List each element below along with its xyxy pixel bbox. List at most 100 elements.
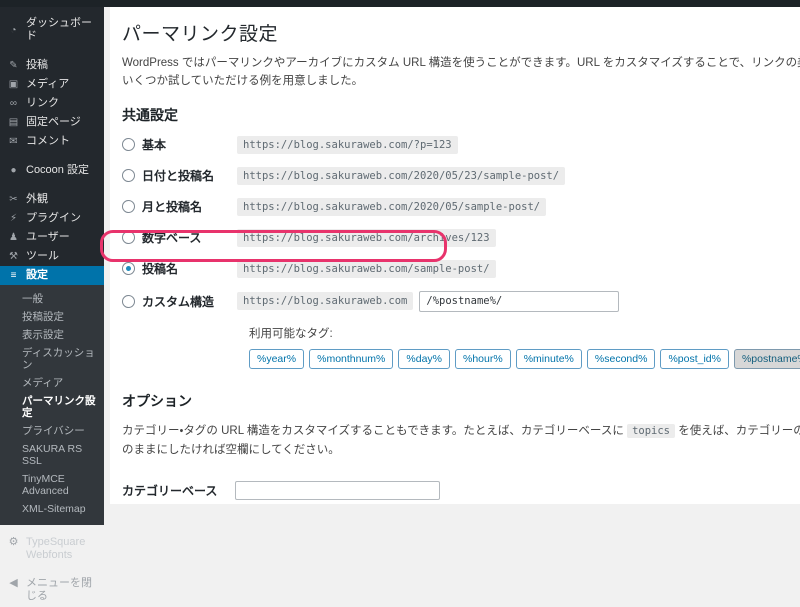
sidebar-item-typesquare-webfonts[interactable]: ⚙ TypeSquare Webfonts	[0, 532, 104, 566]
settings-submenu: 一般 投稿設定 表示設定 ディスカッション メディア パーマリンク設定 プライバ…	[0, 285, 104, 525]
sidebar-item-label: 外観	[26, 193, 48, 205]
desc-code-topics: topics	[627, 423, 675, 438]
submenu-item-general[interactable]: 一般	[0, 290, 104, 308]
radio-month-name[interactable]	[122, 200, 135, 214]
radio-plain[interactable]	[122, 138, 135, 152]
sidebar-item-label: 設定	[26, 269, 48, 281]
sidebar-item-label: ユーザー	[26, 231, 70, 243]
tag-button-hour[interactable]: %hour%	[455, 348, 511, 369]
option-url-example: https://blog.sakuraweb.com/archives/123	[237, 228, 496, 247]
collapse-menu-label: メニューを閉じる	[26, 577, 92, 602]
permalink-option-day-name[interactable]: 日付と投稿名	[122, 167, 237, 184]
desc-text: カテゴリー・タグの URL 構造をカスタマイズすることもできます。たとえば、カテ…	[122, 424, 624, 437]
submenu-item-tinymce-advanced[interactable]: TinyMCE Advanced	[0, 470, 104, 500]
sidebar-item-label: メディア	[26, 78, 70, 90]
category-base-input[interactable]	[235, 480, 440, 500]
sidebar-item-settings[interactable]: ≡ 設定	[0, 266, 104, 285]
sidebar-item-users[interactable]: ♟ ユーザー	[0, 228, 104, 247]
sidebar-item-pages[interactable]: ▤ 固定ページ	[0, 113, 104, 132]
submenu-item-discussion[interactable]: ディスカッション	[0, 344, 104, 374]
permalink-option-plain[interactable]: 基本	[122, 136, 237, 153]
sidebar-item-posts[interactable]: ✎ 投稿	[0, 56, 104, 75]
pages-icon: ▤	[8, 117, 19, 128]
posts-icon: ✎	[9, 60, 18, 71]
common-settings-heading: 共通設定	[122, 106, 178, 123]
submenu-item-writing[interactable]: 投稿設定	[0, 308, 104, 326]
desc-text-line2: のままにしたければ空欄にしてください。	[122, 444, 340, 457]
option-label: 数字ベース	[142, 231, 202, 246]
sidebar-item-links[interactable]: ∞ リンク	[0, 94, 104, 113]
media-icon: ▣	[8, 79, 19, 90]
available-tags-label: 利用可能なタグ:	[249, 327, 333, 340]
sidebar-item-tools[interactable]: ⚒ ツール	[0, 247, 104, 266]
options-description: カテゴリー・タグの URL 構造をカスタマイズすることもできます。たとえば、カテ…	[122, 422, 800, 461]
sidebar-item-label: Cocoon 設定	[26, 164, 89, 176]
appearance-icon: ✂	[9, 194, 18, 205]
sidebar-item-label: 固定ページ	[26, 116, 81, 128]
submenu-item-xml-sitemap[interactable]: XML-Sitemap	[0, 500, 104, 518]
tag-button-postname[interactable]: %postname%	[733, 348, 800, 369]
tag-button-minute[interactable]: %minute%	[515, 348, 582, 369]
sidebar-item-label: プラグイン	[26, 212, 81, 224]
permalink-option-row: 基本 https://blog.sakuraweb.com/?p=123	[122, 135, 800, 154]
users-icon: ♟	[9, 232, 18, 243]
tag-button-second[interactable]: %second%	[586, 348, 656, 369]
radio-day-name[interactable]	[122, 169, 135, 183]
comments-icon: ✉	[9, 136, 18, 147]
submenu-item-permalinks[interactable]: パーマリンク設定	[0, 392, 104, 422]
intro-text: WordPress ではパーマリンクやアーカイブにカスタム URL 構造を使うこ…	[122, 57, 800, 69]
sidebar-item-plugins[interactable]: ⚡ プラグイン	[0, 209, 104, 228]
radio-numeric[interactable]	[122, 231, 135, 245]
intro-paragraph: WordPress ではパーマリンクやアーカイブにカスタム URL 構造を使うこ…	[122, 55, 800, 91]
sidebar-item-dashboard[interactable]: ◔ ダッシュボード	[0, 14, 104, 46]
sidebar-item-label: ダッシュボード	[26, 17, 92, 42]
option-label: 基本	[142, 138, 167, 153]
tag-button-monthnum[interactable]: %monthnum%	[309, 348, 394, 369]
permalink-option-row-custom: カスタム構造 https://blog.sakuraweb.com	[122, 290, 800, 312]
option-url-example: https://blog.sakuraweb.com/sample-post/	[237, 259, 496, 278]
structure-tags-row: %year% %monthnum% %day% %hour% %minute% …	[249, 348, 800, 369]
submenu-item-privacy[interactable]: プライバシー	[0, 422, 104, 440]
tag-button-day[interactable]: %day%	[398, 348, 450, 369]
main-content: パーマリンク設定 WordPress ではパーマリンクやアーカイブにカスタム U…	[110, 7, 800, 504]
category-base-row: カテゴリーベース	[122, 480, 800, 500]
sidebar-item-comments[interactable]: ✉ コメント	[0, 132, 104, 151]
option-url-example: https://blog.sakuraweb.com/?p=123	[237, 135, 458, 154]
radio-custom[interactable]	[122, 294, 135, 308]
admin-bar	[0, 0, 800, 7]
sidebar-item-label: TypeSquare Webfonts	[26, 536, 86, 561]
option-url-example: https://blog.sakuraweb.com/2020/05/23/sa…	[237, 166, 566, 185]
option-url-example: https://blog.sakuraweb.com/2020/05/sampl…	[237, 197, 547, 216]
submenu-item-sakura-rs-ssl[interactable]: SAKURA RS SSL	[0, 440, 104, 470]
sidebar-item-label: 投稿	[26, 59, 48, 71]
sidebar-item-cocoon-settings[interactable]: ● Cocoon 設定	[0, 161, 104, 180]
submenu-item-reading[interactable]: 表示設定	[0, 326, 104, 344]
permalink-option-month-name[interactable]: 月と投稿名	[122, 198, 237, 215]
admin-sidebar: ◔ ダッシュボード ✎ 投稿 ▣ メディア ∞ リンク ▤ 固定ページ ✉ コメ…	[0, 7, 104, 602]
tag-button-post-id[interactable]: %post_id%	[660, 348, 729, 369]
permalink-option-post-name[interactable]: 投稿名	[122, 260, 237, 277]
option-label: カスタム構造	[142, 294, 215, 309]
category-base-label: カテゴリーベース	[122, 483, 218, 498]
radio-post-name[interactable]	[122, 262, 135, 276]
sidebar-item-media[interactable]: ▣ メディア	[0, 75, 104, 94]
intro-text-line2: いくつか試していただける例を用意しました。	[122, 74, 364, 87]
sidebar-item-appearance[interactable]: ✂ 外観	[0, 190, 104, 209]
custom-structure-prefix: https://blog.sakuraweb.com	[237, 292, 414, 311]
submenu-item-media[interactable]: メディア	[0, 374, 104, 392]
custom-structure-input[interactable]	[419, 290, 620, 312]
option-label: 日付と投稿名	[142, 169, 215, 184]
collapse-menu-button[interactable]: ◀ メニューを閉じる	[0, 573, 104, 607]
permalink-option-custom[interactable]: カスタム構造	[122, 293, 237, 310]
sidebar-item-label: コメント	[26, 135, 70, 147]
tools-icon: ⚒	[9, 251, 18, 262]
sidebar-item-label: リンク	[26, 97, 59, 109]
collapse-icon: ◀	[9, 577, 18, 589]
sidebar-item-label: ツール	[26, 250, 59, 262]
tag-button-year[interactable]: %year%	[249, 348, 305, 369]
permalink-option-numeric[interactable]: 数字ベース	[122, 229, 237, 246]
option-label: 月と投稿名	[142, 200, 203, 215]
options-heading: オプション	[122, 392, 192, 409]
dashboard-icon: ◔	[10, 24, 17, 36]
plugins-icon: ⚡	[9, 213, 18, 224]
